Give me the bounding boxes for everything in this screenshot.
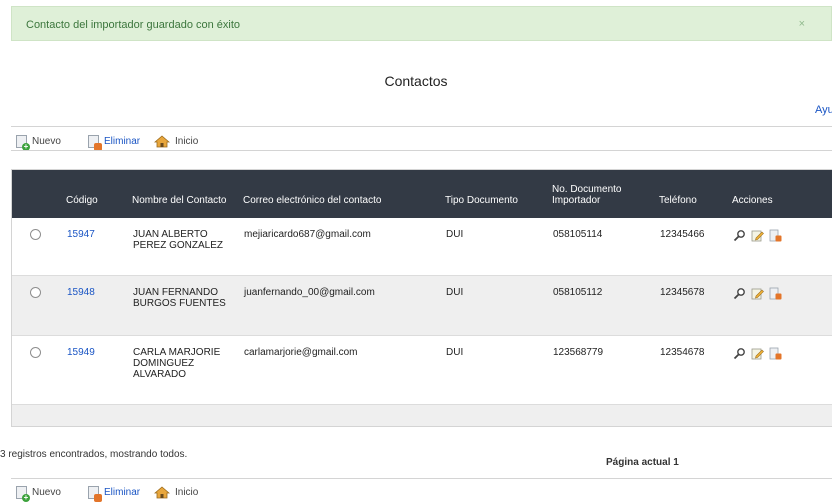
contact-name: JUAN FERNANDO BURGOS FUENTES bbox=[133, 286, 226, 309]
home-button[interactable]: Inicio bbox=[154, 135, 198, 148]
new-label: Nuevo bbox=[32, 136, 61, 147]
page-title: Contactos bbox=[384, 73, 448, 89]
select-header bbox=[12, 170, 66, 218]
table-footer-row bbox=[12, 404, 832, 426]
delete-button[interactable]: Eliminar bbox=[88, 135, 141, 151]
contact-code-link[interactable]: 15949 bbox=[67, 347, 95, 358]
home-label: Inicio bbox=[175, 136, 199, 147]
table-header: Código Nombre del Contacto Correo electr… bbox=[12, 170, 832, 218]
contact-name: JUAN ALBERTO PEREZ GONZALEZ bbox=[133, 229, 224, 251]
records-count: 3 registros encontrados, mostrando todos… bbox=[0, 449, 188, 460]
edit-icon[interactable] bbox=[751, 229, 764, 242]
column-header[interactable]: No. Documento Importador bbox=[552, 170, 659, 218]
home-button[interactable]: Inicio bbox=[154, 486, 198, 499]
delete-icon[interactable] bbox=[769, 229, 782, 242]
contact-code-link[interactable]: 15947 bbox=[67, 229, 95, 240]
delete-label: Eliminar bbox=[104, 136, 141, 147]
contacts-table: Código Nombre del Contacto Correo electr… bbox=[11, 169, 832, 427]
alert-message: Contacto del importador guardado con éxi… bbox=[26, 19, 241, 31]
home-label: Inicio bbox=[175, 487, 199, 498]
phone: 12345678 bbox=[660, 286, 705, 298]
doc-number: 123568779 bbox=[553, 346, 604, 358]
new-button[interactable]: + Nuevo bbox=[16, 135, 61, 151]
column-header[interactable]: Tipo Documento bbox=[445, 170, 552, 218]
phone: 12345466 bbox=[660, 229, 705, 240]
magnifier-icon[interactable] bbox=[733, 347, 746, 360]
divider bbox=[11, 150, 832, 151]
magnifier-icon[interactable] bbox=[733, 287, 746, 300]
delete-icon[interactable] bbox=[769, 287, 782, 300]
column-header[interactable]: Teléfono bbox=[659, 170, 732, 218]
home-icon bbox=[154, 135, 170, 148]
delete-document-icon bbox=[88, 486, 102, 502]
delete-document-icon bbox=[88, 135, 102, 151]
divider bbox=[11, 478, 832, 479]
table-row: 15947 JUAN ALBERTO PEREZ GONZALEZ mejiar… bbox=[12, 218, 832, 275]
contact-email: mejiaricardo687@gmail.com bbox=[244, 229, 371, 240]
table-row: 15949 CARLA MARJORIE DOMINGUEZ ALVARADO … bbox=[12, 335, 832, 404]
new-document-icon: + bbox=[16, 486, 30, 502]
delete-label: Eliminar bbox=[104, 487, 141, 498]
column-header[interactable]: Código bbox=[66, 170, 132, 218]
edit-icon[interactable] bbox=[751, 347, 764, 360]
column-header[interactable]: Correo electrónico del contacto bbox=[243, 170, 445, 218]
divider bbox=[11, 126, 832, 127]
current-page: Página actual 1 bbox=[606, 457, 679, 468]
doc-number: 058105112 bbox=[553, 286, 603, 298]
delete-icon[interactable] bbox=[769, 347, 782, 360]
help-link[interactable]: Ayu bbox=[815, 104, 832, 116]
contact-name: CARLA MARJORIE DOMINGUEZ ALVARADO bbox=[133, 346, 221, 380]
phone: 12354678 bbox=[660, 346, 705, 358]
doc-type: DUI bbox=[446, 229, 464, 240]
edit-icon[interactable] bbox=[751, 287, 764, 300]
column-header[interactable]: Nombre del Contacto bbox=[132, 170, 243, 218]
column-header: Acciones bbox=[732, 195, 773, 206]
table-row: 15948 JUAN FERNANDO BURGOS FUENTES juanf… bbox=[12, 275, 832, 335]
contact-email: juanfernando_00@gmail.com bbox=[244, 286, 375, 298]
magnifier-icon[interactable] bbox=[733, 229, 746, 242]
doc-number: 058105114 bbox=[553, 229, 603, 240]
success-alert: Contacto del importador guardado con éxi… bbox=[11, 6, 832, 41]
doc-type: DUI bbox=[446, 346, 464, 358]
home-icon bbox=[154, 486, 170, 499]
doc-type: DUI bbox=[446, 286, 464, 298]
contact-email: carlamarjorie@gmail.com bbox=[244, 346, 358, 358]
row-radio[interactable] bbox=[30, 286, 41, 298]
row-radio[interactable] bbox=[30, 346, 41, 358]
new-label: Nuevo bbox=[32, 487, 61, 498]
close-icon[interactable]: × bbox=[799, 18, 805, 30]
row-radio[interactable] bbox=[30, 229, 41, 240]
new-button[interactable]: + Nuevo bbox=[16, 486, 61, 502]
contact-code-link[interactable]: 15948 bbox=[67, 287, 95, 298]
new-document-icon: + bbox=[16, 135, 30, 151]
delete-button[interactable]: Eliminar bbox=[88, 486, 141, 502]
